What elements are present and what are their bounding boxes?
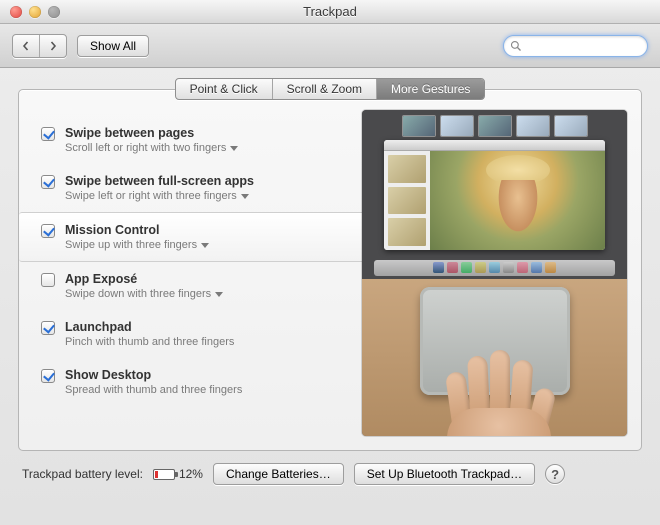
search-field[interactable] (503, 35, 648, 57)
gesture-label: Swipe between full-screen apps (65, 174, 254, 188)
minimize-icon[interactable] (29, 6, 41, 18)
preview-window (384, 140, 605, 250)
photo-person (488, 180, 548, 250)
gesture-description[interactable]: Swipe left or right with three fingers (65, 190, 254, 202)
forward-button[interactable] (40, 35, 66, 57)
gesture-text: Launchpad Pinch with thumb and three fing… (65, 320, 234, 348)
nav-back-forward (12, 34, 67, 58)
preview-window-sidebar (384, 151, 430, 250)
tab-more-gestures[interactable]: More Gestures (377, 79, 484, 99)
traffic-lights (0, 6, 60, 18)
space-thumbnail (403, 116, 435, 136)
gesture-checkbox[interactable] (41, 321, 55, 335)
space-thumbnail (517, 116, 549, 136)
close-icon[interactable] (10, 6, 22, 18)
zoom-icon[interactable] (48, 6, 60, 18)
chevron-right-icon (48, 41, 58, 51)
gesture-row[interactable]: Swipe between full-screen apps Swipe left… (41, 164, 362, 212)
battery-percent: 12% (179, 467, 203, 481)
gesture-checkbox[interactable] (41, 369, 55, 383)
gesture-tabs: Point & Click Scroll & Zoom More Gesture… (175, 78, 486, 100)
battery-indicator: 12% (153, 467, 203, 481)
gesture-text: Swipe between full-screen apps Swipe left… (65, 174, 254, 202)
gesture-description[interactable]: Scroll left or right with two fingers (65, 142, 238, 154)
preview-window-titlebar (384, 140, 605, 151)
gesture-row[interactable]: Mission Control Swipe up with three finge… (19, 212, 362, 262)
gesture-description[interactable]: Swipe up with three fingers (65, 239, 209, 251)
gesture-checkbox[interactable] (41, 175, 55, 189)
gesture-text: App Exposé Swipe down with three fingers (65, 272, 223, 300)
help-button[interactable]: ? (545, 464, 565, 484)
setup-bluetooth-button[interactable]: Set Up Bluetooth Trackpad… (354, 463, 535, 485)
gesture-label: App Exposé (65, 272, 223, 286)
change-batteries-button[interactable]: Change Batteries… (213, 463, 344, 485)
gesture-row[interactable]: Show Desktop Spread with thumb and three … (41, 358, 362, 406)
dropdown-triangle-icon (230, 146, 238, 151)
gesture-list: Swipe between pages Scroll left or right … (19, 110, 362, 436)
gesture-checkbox[interactable] (41, 224, 55, 238)
gesture-description: Spread with thumb and three fingers (65, 384, 242, 396)
space-thumbnail (479, 116, 511, 136)
search-icon (510, 40, 522, 52)
preview-trackpad-area (362, 279, 627, 436)
dropdown-triangle-icon (215, 292, 223, 297)
gesture-text: Show Desktop Spread with thumb and three … (65, 368, 242, 396)
preview-screen (362, 110, 627, 279)
space-thumbnail (555, 116, 587, 136)
search-input[interactable] (526, 38, 641, 54)
back-button[interactable] (13, 35, 40, 57)
dropdown-triangle-icon (241, 194, 249, 199)
gesture-row[interactable]: Launchpad Pinch with thumb and three fing… (41, 310, 362, 358)
gesture-description[interactable]: Swipe down with three fingers (65, 288, 223, 300)
show-all-button[interactable]: Show All (77, 35, 149, 57)
tab-scroll-zoom[interactable]: Scroll & Zoom (273, 79, 377, 99)
toolbar: Show All (0, 24, 660, 68)
gesture-description: Pinch with thumb and three fingers (65, 336, 234, 348)
gesture-checkbox[interactable] (41, 127, 55, 141)
space-thumbnail (441, 116, 473, 136)
preferences-panel: Swipe between pages Scroll left or right … (18, 89, 642, 451)
preview-dock (374, 260, 615, 276)
gesture-label: Show Desktop (65, 368, 242, 382)
gesture-text: Swipe between pages Scroll left or right … (65, 126, 238, 154)
chevron-left-icon (21, 41, 31, 51)
gesture-row[interactable]: App Exposé Swipe down with three fingers (41, 262, 362, 310)
window-title: Trackpad (0, 4, 660, 19)
battery-icon (153, 469, 175, 480)
gesture-checkbox[interactable] (41, 273, 55, 287)
gesture-label: Launchpad (65, 320, 234, 334)
gesture-label: Mission Control (65, 223, 209, 237)
battery-label: Trackpad battery level: (22, 467, 143, 481)
footer: Trackpad battery level: 12% Change Batte… (0, 451, 660, 485)
preview-window-photo (430, 151, 605, 250)
gesture-label: Swipe between pages (65, 126, 238, 140)
tab-point-click[interactable]: Point & Click (176, 79, 273, 99)
gesture-row[interactable]: Swipe between pages Scroll left or right … (41, 116, 362, 164)
gesture-preview (362, 110, 627, 436)
window-titlebar: Trackpad (0, 0, 660, 24)
dropdown-triangle-icon (201, 243, 209, 248)
gesture-text: Mission Control Swipe up with three finge… (65, 223, 209, 251)
mission-control-spaces (362, 110, 627, 140)
